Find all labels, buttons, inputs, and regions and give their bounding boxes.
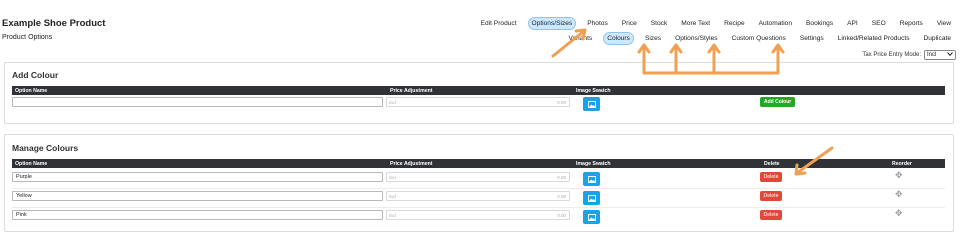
annotation-arrows [551,28,834,176]
arrow-to-delete [795,146,834,175]
arrow-to-options-sizes [551,29,586,58]
